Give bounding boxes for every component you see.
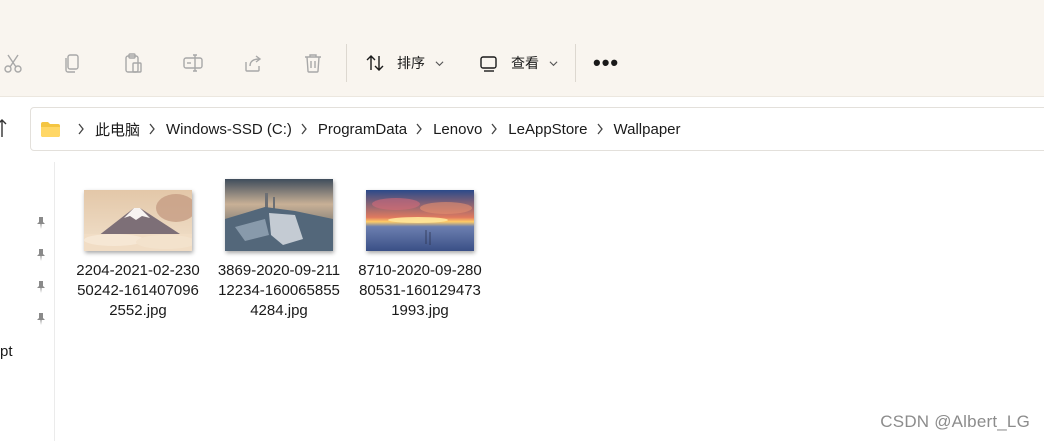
pin-icon[interactable] — [34, 312, 48, 326]
chevron-right-icon[interactable] — [490, 123, 498, 135]
delete-icon — [305, 54, 321, 73]
more-icon: ••• — [593, 50, 620, 75]
paste-icon — [125, 53, 142, 73]
paste-button[interactable] — [120, 50, 146, 76]
watermark: CSDN @Albert_LG — [880, 412, 1030, 431]
pin-icon[interactable] — [34, 280, 48, 294]
sunset-thumbnail-icon — [366, 190, 474, 251]
file-thumbnail — [84, 190, 192, 251]
command-bar: 排序 查看 ••• — [0, 0, 1044, 97]
breadcrumb-lenovo[interactable]: Lenovo — [433, 121, 482, 138]
rename-icon — [183, 54, 203, 72]
share-button[interactable] — [240, 50, 266, 76]
view-icon — [480, 56, 497, 72]
delete-button[interactable] — [300, 50, 326, 76]
nav-item-partial[interactable]: pt — [0, 343, 13, 360]
file-thumbnail — [225, 179, 333, 251]
cut-icon — [4, 54, 22, 73]
file-item[interactable]: 2204-2021-02-23050242-1614070962552.jpg — [73, 178, 203, 321]
view-label: 查看 — [511, 55, 539, 71]
file-name: 3869-2020-09-21112234-1600658554284.jpg — [217, 262, 341, 319]
chevron-right-icon[interactable] — [415, 123, 423, 135]
more-options-button[interactable]: ••• — [593, 52, 619, 74]
copy-button[interactable] — [60, 50, 86, 76]
breadcrumb-drive[interactable]: Windows-SSD (C:) — [166, 121, 292, 138]
folder-icon — [41, 121, 60, 137]
nav-pane-divider[interactable] — [54, 162, 55, 441]
mountain-thumbnail-icon — [84, 190, 192, 251]
pin-icon[interactable] — [34, 216, 48, 230]
chevron-down-icon — [435, 60, 444, 66]
breadcrumb-leappstore[interactable]: LeAppStore — [508, 121, 587, 138]
cut-button[interactable] — [0, 50, 26, 76]
toolbar-separator — [575, 44, 576, 82]
copy-icon — [65, 54, 79, 73]
file-item[interactable]: 3869-2020-09-21112234-1600658554284.jpg — [214, 167, 344, 321]
pin-icon[interactable] — [34, 248, 48, 262]
chevron-right-icon[interactable] — [77, 123, 85, 135]
sort-menu-button[interactable]: 排序 — [365, 50, 444, 76]
toolbar-separator — [346, 44, 347, 82]
file-item[interactable]: 8710-2020-09-28080531-1601294731993.jpg — [355, 178, 485, 321]
chevron-right-icon[interactable] — [596, 123, 604, 135]
breadcrumb-this-pc[interactable]: 此电脑 — [95, 119, 140, 140]
breadcrumb-programdata[interactable]: ProgramData — [318, 121, 407, 138]
chevron-down-icon — [549, 60, 558, 66]
file-name: 8710-2020-09-28080531-1601294731993.jpg — [358, 262, 482, 319]
file-name: 2204-2021-02-23050242-1614070962552.jpg — [76, 262, 200, 319]
view-menu-button[interactable]: 查看 — [479, 50, 558, 76]
address-bar[interactable]: 此电脑 Windows-SSD (C:) ProgramData Lenovo … — [30, 107, 1044, 151]
chevron-right-icon[interactable] — [148, 123, 156, 135]
chevron-right-icon[interactable] — [300, 123, 308, 135]
breadcrumb-wallpaper[interactable]: Wallpaper — [614, 121, 681, 138]
share-icon — [245, 55, 262, 72]
sort-label: 排序 — [397, 55, 425, 71]
file-thumbnail — [366, 190, 474, 251]
up-arrow-icon[interactable] — [0, 118, 14, 138]
city-thumbnail-icon — [225, 179, 333, 251]
sort-icon — [366, 55, 384, 71]
rename-button[interactable] — [180, 50, 206, 76]
